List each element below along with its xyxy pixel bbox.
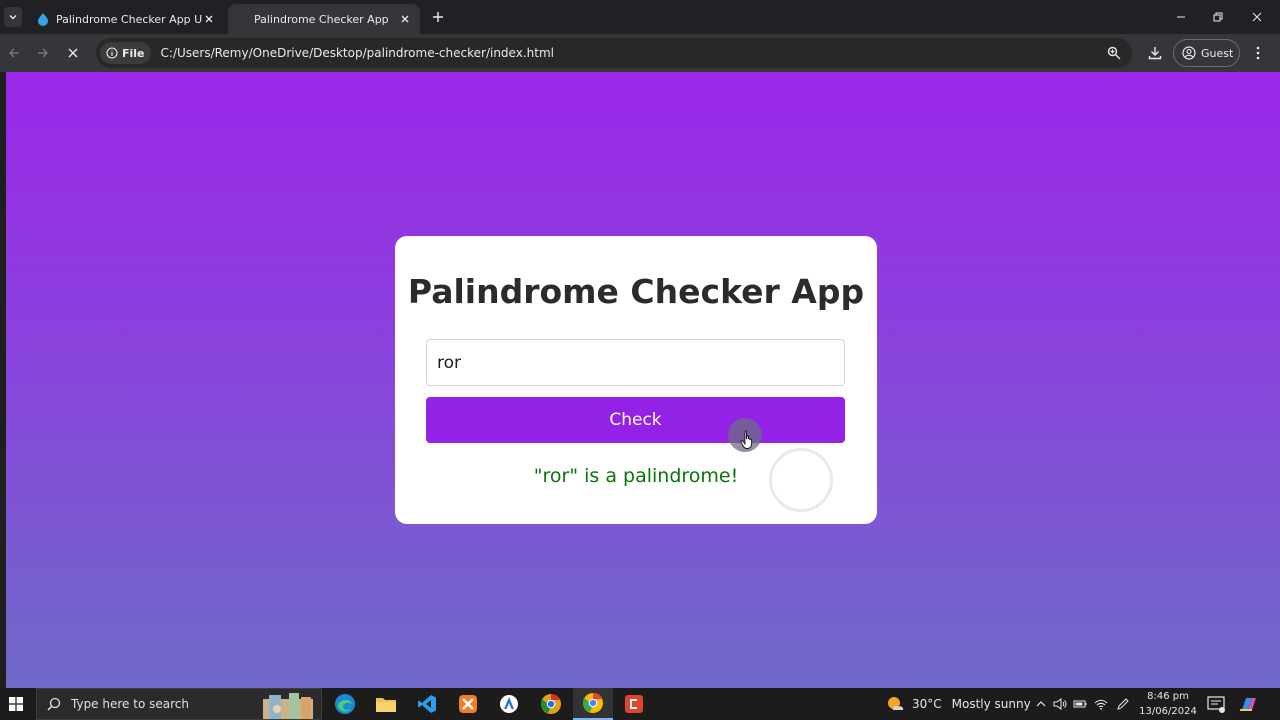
weather-temp: 30°C xyxy=(912,697,942,711)
plus-icon xyxy=(433,12,443,22)
copilot-icon[interactable] xyxy=(1238,694,1258,714)
tab-title: Palindrome Checker App xyxy=(254,12,389,26)
recorder-app[interactable] xyxy=(614,688,654,720)
terminal-red-icon xyxy=(625,695,643,713)
weather-desc: Mostly sunny xyxy=(951,697,1031,711)
windows-taskbar: Type here to search 30°C Mostly sunny 8:… xyxy=(0,688,1280,720)
close-icon[interactable] xyxy=(202,12,216,26)
url-text[interactable]: C:/Users/Remy/OneDrive/Desktop/palindrom… xyxy=(161,46,1104,60)
chevron-up-icon xyxy=(1036,701,1046,707)
address-bar[interactable]: File C:/Users/Remy/OneDrive/Desktop/pali… xyxy=(96,38,1132,68)
windows-logo-icon xyxy=(9,697,23,711)
profile-button[interactable]: Guest xyxy=(1173,39,1240,67)
chrome-app-active[interactable] xyxy=(573,688,613,720)
clock-time: 8:46 pm xyxy=(1147,691,1189,702)
network-button[interactable] xyxy=(1093,696,1109,712)
arrow-right-icon xyxy=(38,48,48,58)
tray-overflow-button[interactable] xyxy=(1033,696,1049,712)
zoom-icon[interactable] xyxy=(1104,43,1124,63)
chrome-canary-app[interactable] xyxy=(531,688,571,720)
edge-app[interactable] xyxy=(325,688,365,720)
page-viewport: Palindrome Checker App Check "ror" is a … xyxy=(6,72,1280,688)
pen-icon xyxy=(1117,698,1129,710)
minimize-icon xyxy=(1177,16,1185,18)
weather-widget[interactable]: 30°C Mostly sunny xyxy=(886,688,1031,720)
stop-loading-button[interactable] xyxy=(63,43,83,63)
kebab-menu-icon xyxy=(1256,46,1260,60)
edge-icon xyxy=(335,694,355,714)
restore-button[interactable] xyxy=(1207,6,1229,28)
start-button[interactable] xyxy=(0,688,32,720)
clock-date: 13/06/2024 xyxy=(1139,706,1197,717)
close-icon xyxy=(1252,12,1262,22)
download-icon xyxy=(1148,47,1162,60)
tab-tutorial[interactable]: Palindrome Checker App Using xyxy=(28,4,224,34)
drupal-icon xyxy=(38,13,48,26)
tab-palindrome-app[interactable]: Palindrome Checker App xyxy=(228,4,420,34)
site-chip-label: File xyxy=(122,46,145,60)
wifi-icon xyxy=(1094,699,1108,710)
check-button[interactable]: Check xyxy=(426,397,845,443)
browser-tab-bar: Palindrome Checker App Using Palindrome … xyxy=(0,0,1280,34)
taskbar-search[interactable]: Type here to search xyxy=(36,688,322,720)
search-icon xyxy=(47,697,61,711)
app-icon xyxy=(500,695,518,713)
chrome-icon xyxy=(582,693,603,713)
minimize-button[interactable] xyxy=(1170,6,1192,28)
browser-toolbar: File C:/Users/Remy/OneDrive/Desktop/pali… xyxy=(0,34,1280,72)
forward-button[interactable] xyxy=(33,43,53,63)
info-icon xyxy=(106,47,118,59)
xampp-app[interactable] xyxy=(448,688,488,720)
new-tab-button[interactable] xyxy=(428,8,448,26)
sun-cloud-icon xyxy=(888,697,904,710)
volume-button[interactable] xyxy=(1052,696,1068,712)
browser-menu-button[interactable] xyxy=(1250,43,1266,63)
hand-cursor-icon xyxy=(740,430,753,449)
chevron-down-icon xyxy=(9,15,17,20)
site-info-chip[interactable]: File xyxy=(100,42,151,64)
vscode-app[interactable] xyxy=(407,688,447,720)
speaker-icon xyxy=(1053,698,1067,710)
palindrome-input[interactable] xyxy=(426,339,845,386)
vscode-icon xyxy=(418,695,436,713)
file-explorer-app[interactable] xyxy=(366,688,406,720)
notifications-icon[interactable] xyxy=(1206,695,1226,713)
search-placeholder: Type here to search xyxy=(71,697,189,711)
downloads-button[interactable] xyxy=(1144,43,1166,63)
search-highlight-illustration xyxy=(263,693,313,719)
app-title: Palindrome Checker App xyxy=(407,272,865,311)
close-window-button[interactable] xyxy=(1246,6,1268,28)
arrow-left-icon xyxy=(9,48,19,58)
system-clock[interactable]: 8:46 pm 13/06/2024 xyxy=(1138,689,1198,719)
close-icon xyxy=(68,48,78,58)
pinned-app[interactable] xyxy=(489,688,529,720)
user-avatar-icon xyxy=(1182,46,1196,60)
battery-icon xyxy=(1073,700,1087,708)
close-icon[interactable] xyxy=(398,12,412,26)
folder-icon xyxy=(376,698,396,712)
restore-icon xyxy=(1213,12,1223,22)
tab-search-dropdown[interactable] xyxy=(4,7,22,27)
click-ripple-effect xyxy=(769,448,833,512)
pen-button[interactable] xyxy=(1115,696,1131,712)
tab-title: Palindrome Checker App Using xyxy=(56,12,202,26)
xampp-icon xyxy=(459,695,477,713)
profile-label: Guest xyxy=(1201,46,1234,60)
chrome-canary-icon xyxy=(540,694,561,714)
battery-button[interactable] xyxy=(1072,696,1088,712)
back-button[interactable] xyxy=(4,43,24,63)
